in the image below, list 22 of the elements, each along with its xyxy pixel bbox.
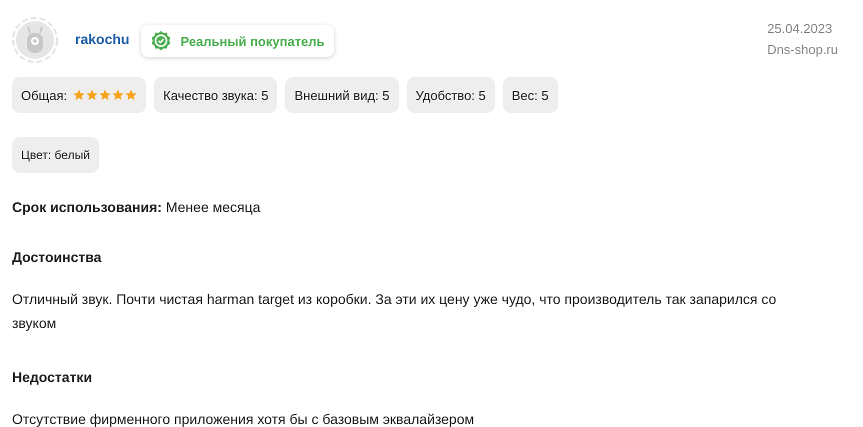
star-icon [73, 89, 86, 101]
check-seal-icon [150, 30, 172, 52]
rating-chip: Качество звука: 5 [154, 77, 278, 113]
star-icon [125, 89, 138, 101]
section-heading: Недостатки [12, 369, 94, 385]
rating-label: Общая: [21, 88, 68, 102]
section-text: Отличный звук. Почти чистая harman target из коробки. За эти их цену уже чудо, что производитель так запарился со звуком [12, 290, 778, 333]
rating-chip: Внешний вид: 5 [285, 77, 398, 113]
attribute-chip: Цвет: белый [12, 137, 99, 173]
section-heading: Достоинства [12, 249, 102, 265]
star-icon [112, 89, 124, 101]
star-icon [99, 89, 112, 101]
avatar-icon [12, 17, 58, 63]
rating-chip: Удобство: 5 [406, 77, 495, 113]
author-name[interactable]: rakochu [75, 31, 130, 47]
review-source: Dns-shop.ru [767, 42, 838, 57]
section-text: Отсутствие фирменного приложения хотя бы с базовым эквалайзером [12, 410, 476, 427]
star-icon [86, 89, 98, 101]
rating-chip: Вес: 5 [502, 77, 558, 113]
usage-period: Срок использования: Менее месяца [12, 199, 262, 215]
review-date: 25.04.2023 [767, 21, 832, 36]
verified-badge: Реальный покупатель [141, 25, 334, 57]
